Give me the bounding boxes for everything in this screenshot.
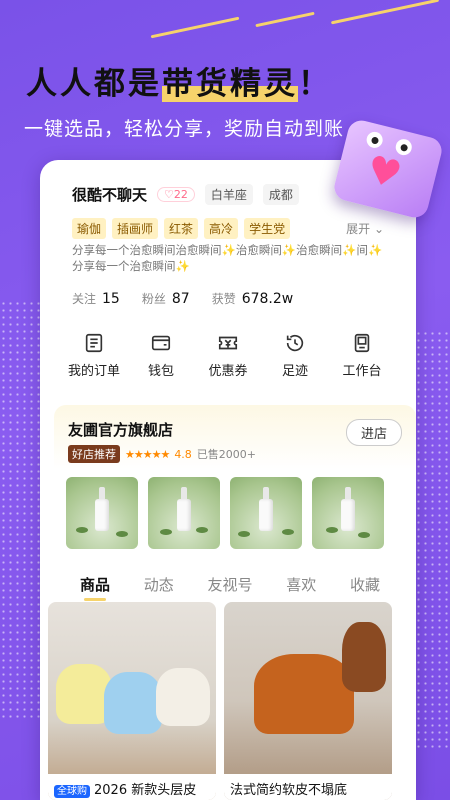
product-thumbnail[interactable] [230, 477, 302, 549]
zodiac-tag: 白羊座 [204, 184, 253, 205]
bottle-image [341, 487, 355, 531]
interest-tag: 学生党 [244, 218, 291, 239]
bio-text: 分享每一个治愈瞬间治愈瞬间✨治愈瞬间✨治愈瞬间✨间✨分享每一个治愈瞬间✨ [72, 243, 383, 273]
global-badge: 全球购 [54, 785, 90, 798]
fans-badge: ♡22 [157, 187, 195, 202]
menu-orders[interactable]: 我的订单 [62, 332, 126, 379]
menu-workbench[interactable]: 工作台 [330, 332, 394, 379]
decorative-stripe [150, 16, 240, 39]
interest-tag: 高冷 [204, 218, 239, 239]
decorative-stripe [255, 11, 315, 28]
stat-likes: 获赞 678.2w [211, 291, 294, 307]
shop-rating: 4.8 [174, 447, 192, 461]
product-thumbnail[interactable] [148, 477, 220, 549]
quick-menu: 我的订单 钱包 优惠券 足迹 工作台 [62, 332, 394, 379]
bottle-image [95, 487, 109, 531]
tab-posts[interactable]: 动态 [144, 574, 174, 595]
shop-thumbnails [66, 477, 384, 549]
subheadline: 一键选品，轻松分享，奖励自动到账 [24, 118, 345, 140]
chevron-down-icon: ⌄ [373, 222, 384, 236]
tab-videos[interactable]: 友视号 [207, 574, 252, 595]
headline: 人人都是带货精灵！ [26, 66, 332, 102]
city-tag: 成都 [262, 184, 299, 205]
interest-tags: 瑜伽 插画师 红茶 高冷 学生党 [72, 218, 291, 239]
bag-image [254, 654, 354, 734]
coupon-icon [218, 336, 238, 350]
order-icon [85, 333, 103, 353]
product-title: 法式简约软皮不塌底 [224, 774, 392, 800]
stat-fans[interactable]: 粉丝 87 [142, 288, 190, 307]
tab-likes[interactable]: 喜欢 [286, 574, 316, 595]
tab-products[interactable]: 商品 [80, 574, 110, 601]
shop-name: 友圃官方旗舰店 [68, 421, 174, 439]
expand-button[interactable]: 展开 ⌄ [346, 220, 384, 237]
product-card[interactable]: 全球购 2026 新款头层皮 [48, 602, 216, 800]
product-title: 2026 新款头层皮 [94, 783, 197, 798]
stat-following[interactable]: 关注 15 [72, 288, 120, 307]
bottle-image [177, 487, 191, 531]
bag-image [156, 668, 210, 726]
enter-shop-button[interactable]: 进店 [345, 419, 402, 446]
shop-sold-count: 已售2000+ [196, 448, 257, 461]
interest-tag: 瑜伽 [72, 218, 107, 239]
content-tabs: 商品 动态 友视号 喜欢 收藏 [80, 574, 380, 601]
product-thumbnail[interactable] [66, 477, 138, 549]
recommend-badge: 好店推荐 [68, 445, 120, 463]
interest-tag: 插画师 [112, 218, 159, 239]
product-thumbnail[interactable] [312, 477, 384, 549]
rating-stars-icon: ★★★★★ [125, 447, 170, 461]
workbench-icon [354, 333, 370, 353]
profile-stats: 关注 15 粉丝 87 获赞 678.2w [72, 288, 293, 307]
shop-card[interactable]: 友圃官方旗舰店 进店 好店推荐 ★★★★★ 4.8 已售2000+ [54, 405, 416, 565]
profile-card: 很酷不聊天 ♡22 白羊座 成都 瑜伽 插画师 红茶 高冷 学生党 展开 ⌄ 分… [40, 160, 416, 800]
tab-favorites[interactable]: 收藏 [350, 574, 380, 595]
username: 很酷不聊天 [72, 186, 148, 204]
shop-meta: 好店推荐 ★★★★★ 4.8 已售2000+ [68, 445, 256, 463]
bag-image [342, 622, 386, 692]
product-card[interactable]: 法式简约软皮不塌底 [224, 602, 392, 800]
menu-footprint[interactable]: 足迹 [263, 332, 327, 379]
interest-tag: 红茶 [164, 218, 199, 239]
menu-wallet[interactable]: 钱包 [129, 332, 193, 379]
wallet-icon [151, 335, 171, 351]
menu-coupons[interactable]: 优惠券 [196, 332, 260, 379]
decorative-stripe [330, 0, 440, 25]
bag-image [104, 672, 162, 734]
bottle-image [259, 487, 273, 531]
footprint-icon [286, 334, 304, 352]
profile-header: 很酷不聊天 ♡22 白羊座 成都 [72, 184, 299, 205]
